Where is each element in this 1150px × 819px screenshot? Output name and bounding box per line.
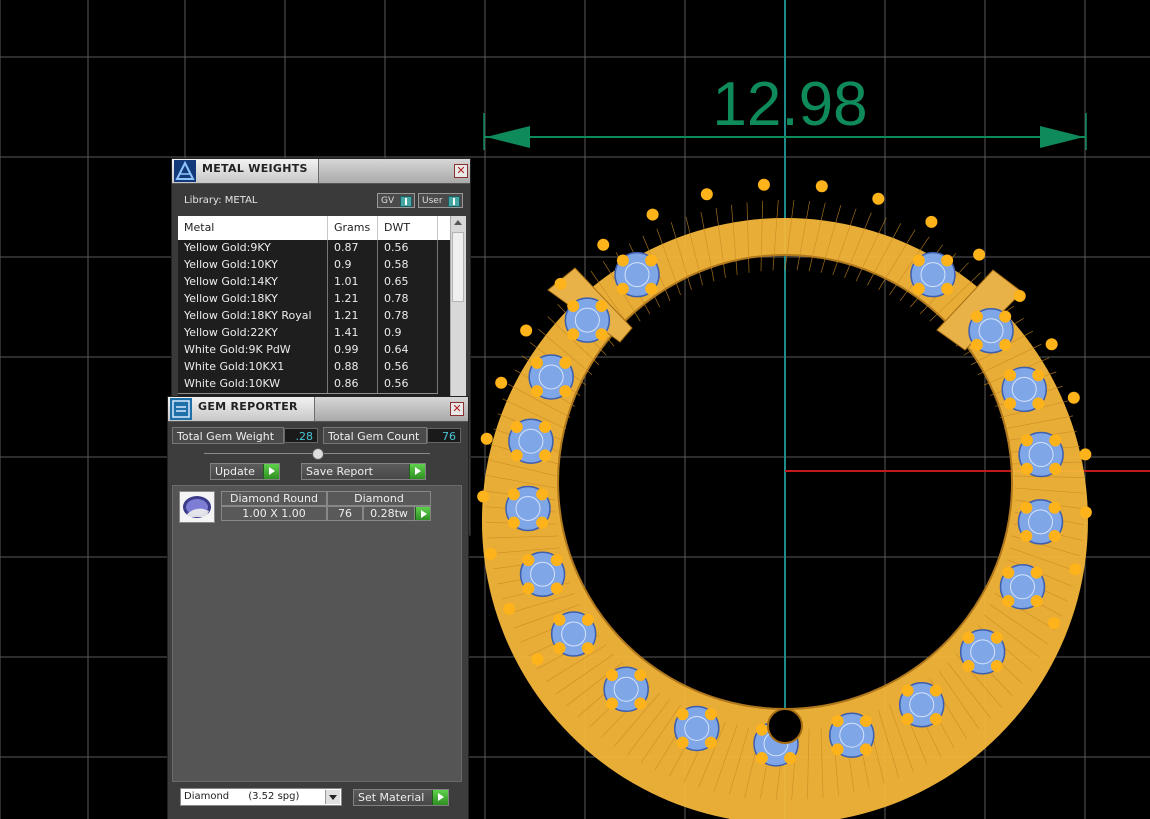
gem-count: 76 bbox=[327, 506, 363, 521]
table-row[interactable]: Yellow Gold:10KY 0.9 0.58 bbox=[178, 257, 438, 275]
scroll-up-icon[interactable] bbox=[454, 220, 462, 225]
dwt-cell: 0.78 bbox=[378, 308, 438, 325]
metal-weights-table: Metal Grams DWT Yellow Gold:9KY 0.87 0.56 Y… bbox=[178, 216, 450, 396]
gem-shape: Diamond Round bbox=[221, 491, 327, 506]
grams-cell: 0.99 bbox=[328, 342, 378, 359]
material-select-value: Diamond (3.52 spg) bbox=[184, 791, 300, 802]
metal-name-cell: Yellow Gold:18KY Royal bbox=[178, 308, 328, 325]
dwt-cell: 0.65 bbox=[378, 274, 438, 291]
material-select[interactable]: Diamond (3.52 spg) bbox=[180, 788, 342, 806]
go-arrow-icon bbox=[409, 464, 425, 479]
metal-name-cell: Yellow Gold:18KY bbox=[178, 291, 328, 308]
total-gem-count-label: Total Gem Count bbox=[323, 427, 427, 444]
go-arrow-icon bbox=[263, 464, 279, 479]
go-arrow-icon bbox=[432, 790, 448, 805]
ring-hole bbox=[767, 708, 803, 744]
metal-weights-titlebar[interactable]: METAL WEIGHTS ✕ bbox=[172, 159, 470, 184]
grams-cell: 0.9 bbox=[328, 257, 378, 274]
gv-toggle-label: GV bbox=[381, 196, 395, 206]
update-button-label: Update bbox=[215, 465, 255, 478]
grams-cell: 0.88 bbox=[328, 359, 378, 376]
grams-cell: 1.41 bbox=[328, 325, 378, 342]
dwt-cell: 0.78 bbox=[378, 291, 438, 308]
dwt-cell: 0.9 bbox=[378, 325, 438, 342]
grams-cell: 1.21 bbox=[328, 291, 378, 308]
toggle-knob-icon bbox=[448, 196, 460, 207]
metal-name-cell: Yellow Gold:22KY bbox=[178, 325, 328, 342]
update-button[interactable]: Update bbox=[210, 463, 280, 480]
gv-toggle[interactable]: GV bbox=[377, 193, 415, 208]
user-toggle-label: User bbox=[422, 196, 443, 206]
gem-reporter-title: GEM REPORTER bbox=[198, 400, 298, 413]
column-header-dwt[interactable]: DWT bbox=[378, 216, 438, 240]
table-row[interactable]: Yellow Gold:22KY 1.41 0.9 bbox=[178, 325, 438, 343]
diamond-gem-icon bbox=[179, 491, 215, 523]
user-toggle[interactable]: User bbox=[418, 193, 463, 208]
splitter-handle-icon[interactable] bbox=[312, 448, 324, 460]
grams-cell: 1.21 bbox=[328, 308, 378, 325]
metal-name-cell: Yellow Gold:10KY bbox=[178, 257, 328, 274]
gem-detail-button[interactable] bbox=[415, 506, 431, 521]
table-row[interactable]: Yellow Gold:18KY 1.21 0.78 bbox=[178, 291, 438, 309]
dimension-annotation: 12.98 bbox=[483, 70, 1087, 150]
dwt-cell: 0.56 bbox=[378, 240, 438, 257]
metal-weights-title: METAL WEIGHTS bbox=[202, 162, 308, 175]
gem-reporter-icon bbox=[170, 398, 192, 420]
column-header-metal[interactable]: Metal bbox=[178, 216, 328, 240]
table-row[interactable]: White Gold:9K PdW 0.99 0.64 bbox=[178, 342, 438, 360]
metal-name-cell: White Gold:10KX1 bbox=[178, 359, 328, 376]
metal-name-cell: Yellow Gold:14KY bbox=[178, 274, 328, 291]
total-gem-weight-value: .28 bbox=[284, 428, 318, 443]
metal-name-cell: Yellow Gold:9KY bbox=[178, 240, 328, 257]
gem-material: Diamond bbox=[327, 491, 431, 506]
dwt-cell: 0.64 bbox=[378, 342, 438, 359]
dimension-value: 12.98 bbox=[712, 70, 867, 139]
total-gem-count-value: 76 bbox=[427, 428, 461, 443]
table-row[interactable]: Yellow Gold:14KY 1.01 0.65 bbox=[178, 274, 438, 292]
column-header-grams[interactable]: Grams bbox=[328, 216, 378, 240]
close-icon[interactable]: ✕ bbox=[450, 402, 464, 416]
set-material-button[interactable]: Set Material bbox=[353, 789, 449, 806]
table-row[interactable]: Yellow Gold:9KY 0.87 0.56 bbox=[178, 240, 438, 258]
gem-weight: 0.28tw bbox=[363, 506, 415, 521]
gem-reporter-titlebar[interactable]: GEM REPORTER ✕ bbox=[168, 397, 468, 422]
save-report-button[interactable]: Save Report bbox=[301, 463, 426, 480]
library-label: Library: METAL bbox=[184, 195, 258, 206]
grams-cell: 1.01 bbox=[328, 274, 378, 291]
table-header: Metal Grams DWT bbox=[178, 216, 450, 240]
matrix-logo-icon bbox=[174, 160, 196, 182]
close-icon[interactable]: ✕ bbox=[454, 164, 468, 178]
chevron-down-icon[interactable] bbox=[325, 790, 340, 804]
dwt-cell: 0.56 bbox=[378, 376, 438, 393]
dimension-arrow-right bbox=[1040, 126, 1084, 148]
dwt-cell: 0.58 bbox=[378, 257, 438, 274]
go-arrow-icon bbox=[415, 507, 430, 520]
gem-list: Diamond Round Diamond 1.00 X 1.00 76 0.2… bbox=[172, 485, 462, 782]
metal-table-scrollbar[interactable] bbox=[450, 216, 466, 396]
grams-cell: 0.87 bbox=[328, 240, 378, 257]
dimension-arrow-left bbox=[486, 126, 530, 148]
set-material-button-label: Set Material bbox=[358, 791, 425, 804]
total-gem-weight-label: Total Gem Weight bbox=[172, 427, 284, 444]
table-row[interactable]: Yellow Gold:18KY Royal 1.21 0.78 bbox=[178, 308, 438, 326]
scroll-thumb[interactable] bbox=[452, 232, 464, 302]
toggle-knob-icon bbox=[400, 196, 412, 207]
table-row[interactable]: White Gold:10KX1 0.88 0.56 bbox=[178, 359, 438, 377]
dwt-cell: 0.56 bbox=[378, 359, 438, 376]
gem-size: 1.00 X 1.00 bbox=[221, 506, 327, 521]
metal-name-cell: White Gold:10KW bbox=[178, 376, 328, 393]
save-report-button-label: Save Report bbox=[306, 465, 373, 478]
metal-name-cell: White Gold:9K PdW bbox=[178, 342, 328, 359]
gem-reporter-panel: GEM REPORTER ✕ Total Gem Weight .28 Tota… bbox=[168, 397, 468, 819]
table-row[interactable]: White Gold:10KW 0.86 0.56 bbox=[178, 376, 438, 394]
grams-cell: 0.86 bbox=[328, 376, 378, 393]
